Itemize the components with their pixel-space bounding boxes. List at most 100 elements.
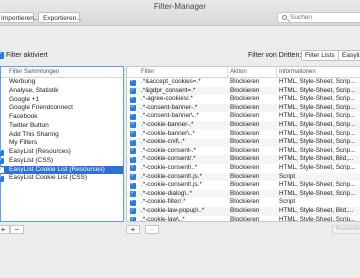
- window-title: Filter-Manager: [153, 2, 206, 11]
- rule-row[interactable]: .*-cookie-law\..* Blockieren HTML, Style-S…: [127, 215, 360, 222]
- rule-row[interactable]: .*-cookie-consent\.js.* Blockieren Script: [127, 172, 360, 182]
- collection-item[interactable]: EasyList Cookie List (Resources): [0, 165, 123, 175]
- rule-row[interactable]: .*-cookie-banner\..* Blockieren HTML, Styl…: [127, 129, 360, 139]
- rule-action: Blockieren: [230, 181, 260, 189]
- rule-info: HTML, Style-Sheet, Scrip...: [279, 86, 356, 94]
- column-filter[interactable]: Filter: [141, 67, 154, 77]
- rule-row[interactable]: .*-consent-banner\..* Blockieren HTML, Sty…: [127, 111, 360, 121]
- collection-item[interactable]: Facebook: [1, 113, 123, 122]
- rule-checkbox[interactable]: [130, 163, 136, 172]
- rule-row[interactable]: .*-cookie-consent\..* Blockieren HTML, Sty…: [127, 163, 360, 173]
- rule-info: HTML, Style-Sheet, Scrip...: [279, 129, 356, 137]
- easylist-button[interactable]: Easylist: [338, 50, 360, 61]
- rule-checkbox[interactable]: [130, 197, 136, 206]
- rule-row[interactable]: .*-cookie-banner-.* Blockieren HTML, Style…: [127, 120, 360, 130]
- rule-action: Blockieren: [230, 129, 260, 137]
- rule-checkbox[interactable]: [130, 94, 136, 103]
- rule-action: Blockieren: [230, 86, 260, 94]
- rule-checkbox[interactable]: [130, 154, 136, 163]
- rule-filter: .*-cookie-consent\.js.*: [141, 172, 202, 180]
- collection-checkbox[interactable]: [0, 165, 4, 173]
- rule-info: HTML, Style-Sheet, Scrip...: [279, 163, 356, 171]
- add-rule-button[interactable]: +: [126, 225, 140, 234]
- rule-checkbox[interactable]: [130, 77, 136, 86]
- collection-checkbox[interactable]: [0, 147, 4, 156]
- search-icon: [282, 15, 287, 20]
- rule-info: HTML, Style-Sheet, Bild,...: [279, 206, 354, 214]
- collection-label: EasyList Cookie List (CSS): [9, 174, 88, 182]
- rule-checkbox[interactable]: [130, 120, 136, 129]
- remove-collection-button[interactable]: −: [10, 225, 24, 234]
- rule-checkbox[interactable]: [130, 103, 136, 111]
- rule-row[interactable]: .*&accept_cookies=.* Blockieren HTML, Styl…: [127, 77, 360, 87]
- export-button[interactable]: Exportieren...: [38, 12, 82, 23]
- rule-row[interactable]: .*&gdpr_consent=.* Blockieren HTML, Style-…: [127, 86, 360, 96]
- rule-action: Blockieren: [230, 198, 260, 206]
- rule-row[interactable]: .*-consent-banner-.* Blockieren HTML, Styl…: [127, 103, 360, 113]
- rule-action: Blockieren: [230, 215, 260, 222]
- rule-checkbox[interactable]: [130, 189, 136, 197]
- rule-row[interactable]: .*-cookie-consent-.* Blockieren HTML, Styl…: [127, 146, 360, 156]
- filter-rules-table: Filter Aktion Informationen .*&accept_co…: [126, 66, 360, 222]
- rule-checkbox[interactable]: [130, 137, 136, 146]
- third-party-label: Filter von Dritten:: [248, 52, 302, 59]
- filter-enabled-checkbox[interactable]: [0, 50, 4, 59]
- collection-item[interactable]: EasyList (CSS): [0, 156, 123, 166]
- filter-manager-window: Filter-Manager Importieren... Exportiere…: [0, 0, 360, 278]
- collection-checkbox[interactable]: [0, 156, 4, 165]
- rule-row[interactable]: .*-cookie-consent/.* Blockieren HTML, Styl…: [127, 154, 360, 164]
- rule-action: Blockieren: [230, 146, 260, 154]
- rule-checkbox[interactable]: [130, 86, 136, 94]
- collection-label: EasyList (Resources): [9, 148, 71, 155]
- import-button[interactable]: Importieren...: [0, 12, 39, 23]
- edit-rule-button[interactable]: Bearbeiten...: [332, 225, 360, 234]
- collection-item[interactable]: Twitter Button: [1, 122, 123, 131]
- collection-item[interactable]: Analyse, Statistik: [1, 87, 123, 96]
- rule-filter: .*-cookie-law\..*: [141, 215, 185, 222]
- collection-item[interactable]: EasyList (Resources): [0, 147, 123, 157]
- rule-info: HTML, Style-Sheet, Bild,...: [279, 155, 354, 163]
- rule-checkbox[interactable]: [130, 215, 136, 221]
- collection-item[interactable]: EasyList Cookie List (CSS): [0, 173, 123, 183]
- rule-checkbox[interactable]: [130, 129, 136, 137]
- rule-filter: .*-cookie-consent\..*: [141, 163, 198, 171]
- filter-lists-button[interactable]: Filter Lists: [301, 50, 339, 61]
- rule-filter: .*&accept_cookies=.*: [141, 78, 201, 85]
- rule-checkbox[interactable]: [130, 206, 136, 215]
- collection-label: Werbung: [9, 78, 36, 85]
- rule-action: Blockieren: [230, 112, 260, 120]
- remove-rule-button[interactable]: −: [145, 225, 159, 234]
- rule-filter: .*-cookie-cnil\..*: [141, 138, 185, 146]
- column-action[interactable]: Aktion: [230, 67, 247, 77]
- collection-item[interactable]: Google Friendconnect: [1, 104, 123, 113]
- column-info[interactable]: Informationen: [279, 67, 316, 77]
- rule-row[interactable]: .*-cookie-filter/.* Blockieren Script: [127, 197, 360, 207]
- search-input[interactable]: [290, 13, 360, 22]
- rule-info: Script: [279, 198, 296, 206]
- collection-item[interactable]: My Filters: [1, 139, 123, 148]
- rule-row[interactable]: .*-agree-cookies/.* Blockieren HTML, Style…: [127, 94, 360, 104]
- collection-item[interactable]: Add This Sharing: [1, 131, 123, 140]
- rule-checkbox[interactable]: [130, 146, 136, 154]
- rule-row[interactable]: .*-cookie-consent\.js.* Blockieren HTML, S…: [127, 180, 360, 190]
- collection-item[interactable]: Google +1: [1, 96, 123, 105]
- collection-label: Twitter Button: [9, 121, 49, 129]
- rule-checkbox[interactable]: [130, 111, 136, 120]
- rule-action: Blockieren: [230, 103, 260, 111]
- filter-enabled-label: Filter aktiviert: [6, 52, 48, 59]
- rule-row[interactable]: .*-cookie-dialog\..* Blockieren HTML, Styl…: [127, 189, 360, 199]
- collection-item[interactable]: Werbung: [1, 78, 123, 87]
- collection-label: Facebook: [9, 113, 38, 120]
- rule-row[interactable]: .*-cookie-law-popup\..* Blockieren HTML, S…: [127, 206, 360, 216]
- rule-checkbox[interactable]: [130, 172, 136, 180]
- rule-filter: .*-consent-banner\..*: [141, 112, 199, 120]
- add-collection-button[interactable]: +: [0, 225, 10, 234]
- rule-checkbox[interactable]: [130, 180, 136, 189]
- rule-row[interactable]: .*-cookie-cnil\..* Blockieren HTML, Style-…: [127, 137, 360, 147]
- collection-checkbox[interactable]: [0, 173, 4, 182]
- search-field[interactable]: [277, 12, 360, 23]
- rule-filter: .*-agree-cookies/.*: [141, 95, 193, 103]
- rule-info: HTML, Style-Sheet, Scrip...: [279, 103, 356, 111]
- rule-info: HTML, Style-Sheet, Scrip...: [279, 138, 356, 146]
- rule-info: Script: [279, 172, 296, 180]
